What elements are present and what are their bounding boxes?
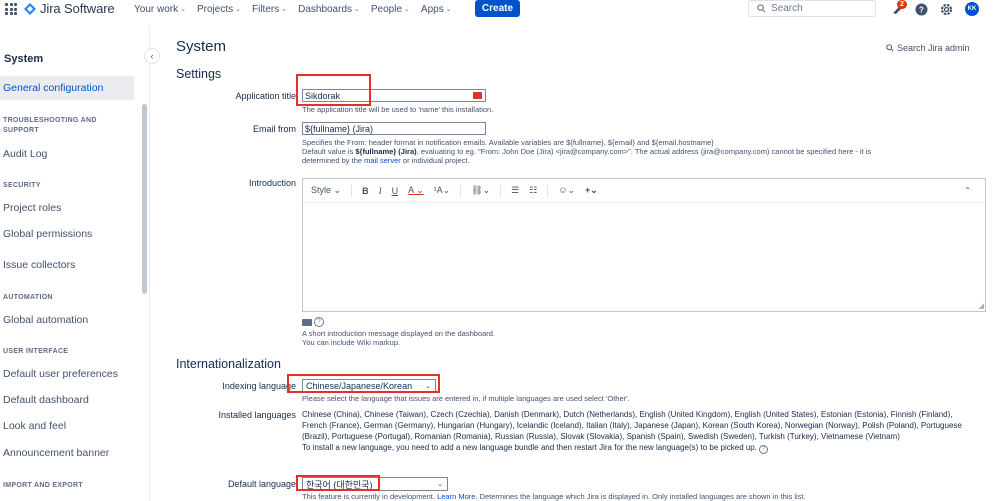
nav-dashboards[interactable]: Dashboards ⌄ (298, 4, 360, 15)
mail-server-link[interactable]: mail server (364, 156, 401, 165)
numbered-list-icon[interactable]: ☷ (529, 185, 537, 196)
nav-apps[interactable]: Apps ⌄ (421, 4, 452, 15)
sidebar-heading-troubleshooting: TROUBLESHOOTING AND SUPPORT (3, 117, 97, 134)
wiki-markup-icon[interactable] (302, 318, 312, 326)
chevron-down-icon: ⌄ (437, 481, 443, 488)
sidebar-item-default-user-preferences[interactable]: Default user preferences (3, 368, 118, 380)
highlight-box-default-language (296, 475, 380, 491)
text-size-button[interactable]: ¹A⌄ (434, 185, 451, 196)
create-button[interactable]: Create (475, 0, 520, 17)
collapse-toolbar-icon[interactable]: ⌃ (964, 186, 971, 195)
search-jira-admin-link[interactable]: Search Jira admin (886, 43, 970, 53)
default-language-label: Default language (227, 479, 296, 489)
sidebar-heading-import-export: IMPORT AND EXPORT (3, 482, 83, 489)
indexing-language-help: Please select the language that issues a… (302, 394, 630, 403)
bullet-list-icon[interactable]: ☰ (511, 185, 519, 196)
chevron-down-icon: ⌄ (180, 6, 186, 13)
editor-toolbar: Style ⌄ B I U A ⌄ ¹A⌄ ⛓⌄ ☰ ☷ ☺⌄ +⌄ ⌃ (303, 179, 985, 203)
help-circle-icon[interactable]: ? (759, 445, 769, 454)
learn-more-link[interactable]: Learn More (437, 492, 475, 501)
collapse-sidebar-button[interactable]: ‹ (144, 48, 160, 64)
jira-diamond-icon (24, 2, 36, 15)
password-manager-icon[interactable] (473, 92, 482, 99)
sidebar-item-project-roles[interactable]: Project roles (3, 202, 61, 214)
highlight-box-app-title (296, 74, 371, 106)
editor-mode-icons: ? (302, 317, 324, 327)
application-title-help: The application title will be used to 'n… (302, 105, 494, 114)
application-title-label: Application title (235, 91, 296, 101)
app-switcher-icon[interactable] (5, 3, 17, 15)
search-input[interactable]: Search (748, 0, 876, 17)
notifications-icon[interactable]: 2 (890, 0, 907, 16)
introduction-editor[interactable]: Style ⌄ B I U A ⌄ ¹A⌄ ⛓⌄ ☰ ☷ ☺⌄ +⌄ ⌃ ◢ (302, 178, 986, 312)
settings-gear-icon[interactable] (940, 3, 953, 16)
top-navigation: Jira Software Your work ⌄ Projects ⌄ Filte… (0, 0, 996, 18)
introduction-label: Introduction (248, 178, 296, 188)
sidebar-heading-security: SECURITY (3, 182, 41, 189)
search-icon (757, 4, 766, 13)
sidebar-title: System (4, 53, 44, 65)
nav-your-work[interactable]: Your work ⌄ (134, 4, 186, 15)
sidebar-scrollbar[interactable] (142, 104, 147, 294)
underline-button[interactable]: U (392, 186, 399, 196)
bold-button[interactable]: B (362, 186, 369, 196)
sidebar-item-issue-collectors[interactable]: Issue collectors (3, 259, 75, 271)
svg-text:?: ? (919, 5, 924, 14)
chevron-down-icon: ⌄ (404, 6, 410, 13)
resize-handle-icon[interactable]: ◢ (979, 302, 984, 310)
installed-languages-list: Chinese (China), Chinese (Taiwan), Czech… (302, 410, 962, 454)
chevron-down-icon: ⌄ (354, 6, 360, 13)
link-icon[interactable]: ⛓⌄ (471, 185, 490, 196)
email-from-input[interactable]: ${fullname} (Jira) (302, 122, 486, 135)
app-name: Jira Software (40, 1, 115, 16)
introduction-help: A short introduction message displayed o… (302, 329, 496, 347)
search-icon (886, 44, 894, 52)
sidebar-item-general-configuration[interactable]: General configuration (0, 76, 134, 100)
nav-people[interactable]: People ⌄ (371, 4, 410, 15)
insert-more-button[interactable]: +⌄ (585, 185, 598, 196)
page-title: System (176, 38, 227, 55)
sidebar-heading-user-interface: USER INTERFACE (3, 348, 69, 355)
text-style-dropdown[interactable]: Style ⌄ (311, 185, 341, 196)
jira-logo[interactable]: Jira Software (24, 1, 115, 16)
indexing-language-label: Indexing language (222, 381, 296, 391)
notification-count: 2 (897, 0, 907, 9)
highlight-box-indexing-language (287, 374, 440, 393)
sidebar: System General configuration TROUBLESHOO… (0, 26, 150, 501)
sidebar-item-look-and-feel[interactable]: Look and feel (3, 420, 66, 432)
email-from-label: Email from (252, 124, 296, 134)
email-from-help: Specifies the From: header format in not… (302, 138, 872, 165)
user-avatar[interactable]: KK (965, 2, 979, 16)
internationalization-section-title: Internationalization (176, 357, 281, 371)
emoji-icon[interactable]: ☺⌄ (558, 185, 575, 196)
default-language-help: This feature is currently in development… (302, 492, 806, 501)
help-circle-icon[interactable]: ? (314, 317, 324, 327)
sidebar-item-global-automation[interactable]: Global automation (3, 314, 88, 326)
sidebar-item-global-permissions[interactable]: Global permissions (3, 228, 92, 240)
installed-languages-label: Installed languages (218, 410, 296, 420)
sidebar-item-default-dashboard[interactable]: Default dashboard (3, 394, 89, 406)
help-icon[interactable]: ? (915, 3, 928, 16)
nav-projects[interactable]: Projects ⌄ (197, 4, 241, 15)
text-color-button[interactable]: A ⌄ (408, 185, 424, 196)
chevron-down-icon: ⌄ (235, 6, 241, 13)
sidebar-heading-automation: AUTOMATION (3, 294, 53, 301)
sidebar-item-audit-log[interactable]: Audit Log (3, 148, 47, 160)
chevron-left-icon: ‹ (150, 51, 154, 61)
italic-button[interactable]: I (379, 186, 382, 196)
sidebar-item-announcement-banner[interactable]: Announcement banner (3, 447, 109, 459)
settings-section-title: Settings (176, 67, 222, 81)
chevron-down-icon: ⌄ (281, 6, 288, 13)
chevron-down-icon: ⌄ (445, 6, 452, 13)
nav-filters[interactable]: Filters ⌄ (252, 4, 287, 15)
